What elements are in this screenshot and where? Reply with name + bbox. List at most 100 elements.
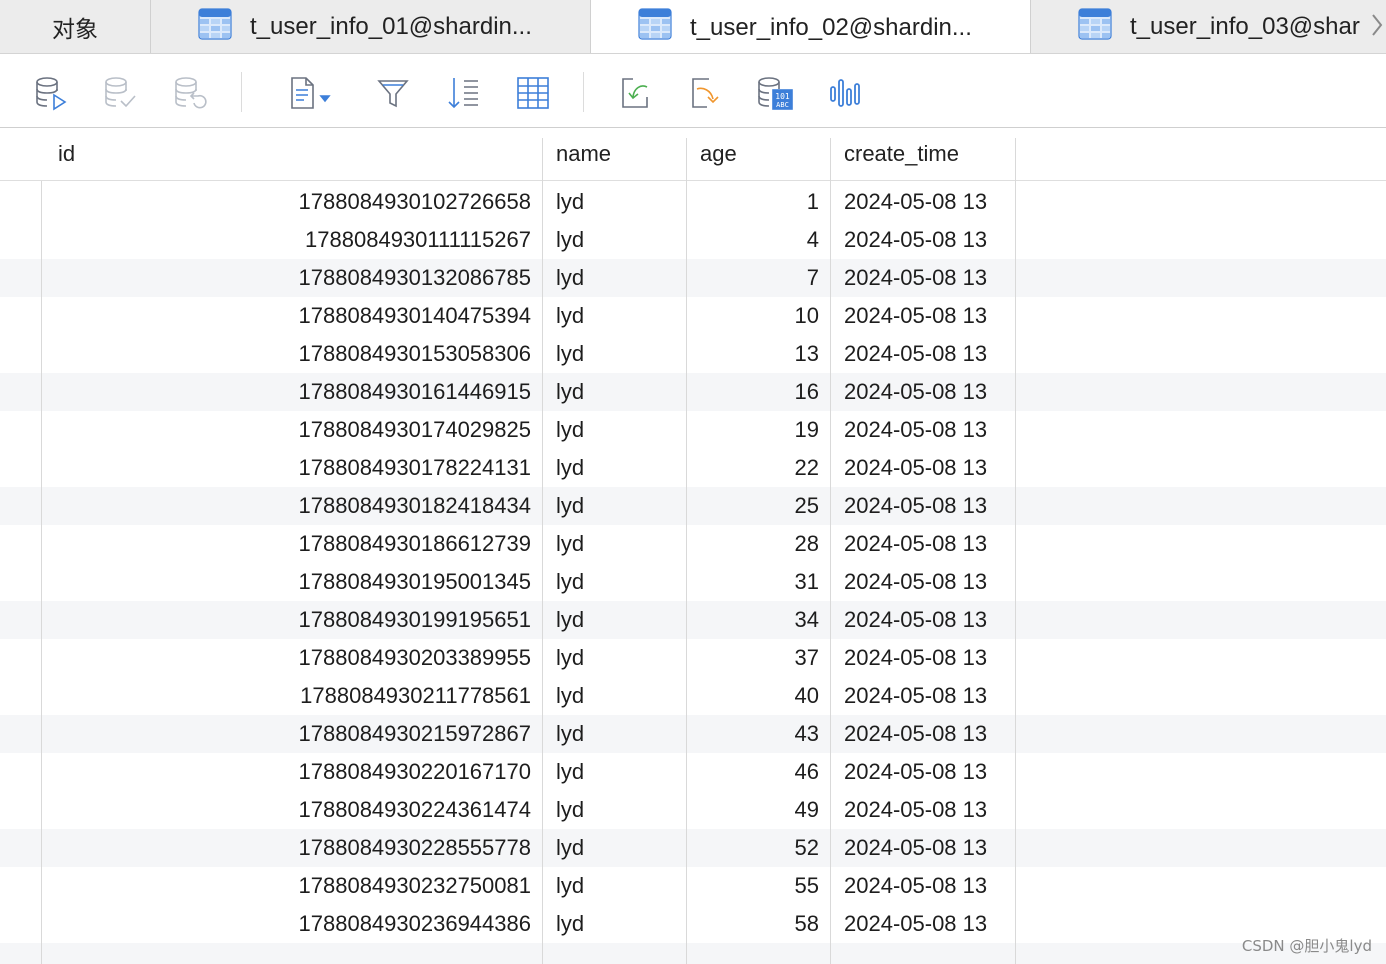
cell-name[interactable]: lyd — [543, 829, 687, 867]
text-view-icon[interactable] — [286, 74, 334, 112]
table-row[interactable]: 1788084930236944386 lyd 58 2024-05-08 13 — [0, 905, 1386, 943]
cell-create-time[interactable]: 2024-05-08 13 — [831, 715, 1003, 753]
cell-name[interactable]: lyd — [543, 867, 687, 905]
cell-create-time[interactable]: 2024-05-08 13 — [831, 183, 1003, 221]
table-row[interactable]: 1788084930153058306 lyd 13 2024-05-08 13 — [0, 335, 1386, 373]
cell-age[interactable]: 13 — [687, 335, 831, 373]
cell-create-time[interactable]: 2024-05-08 13 — [831, 563, 1003, 601]
cell-age[interactable]: 7 — [687, 259, 831, 297]
cell-name[interactable]: lyd — [543, 449, 687, 487]
column-divider[interactable] — [830, 138, 831, 964]
data-generator-icon[interactable]: 101 ABC — [756, 74, 794, 112]
table-row[interactable]: 1788084930232750081 lyd 55 2024-05-08 13 — [0, 867, 1386, 905]
cell-age[interactable]: 4 — [687, 221, 831, 259]
table-row[interactable]: 1788084930178224131 lyd 22 2024-05-08 13 — [0, 449, 1386, 487]
cell-id[interactable]: 1788084930211778561 — [43, 677, 543, 715]
cell-create-time[interactable]: 2024-05-08 13 — [831, 221, 1003, 259]
cell-id[interactable]: 1788084930236944386 — [43, 905, 543, 943]
cell-age[interactable]: 1 — [687, 183, 831, 221]
cell-id[interactable]: 1788084930102726658 — [43, 183, 543, 221]
column-divider[interactable] — [1015, 138, 1016, 964]
grid-view-icon[interactable] — [514, 74, 552, 112]
cell-create-time[interactable]: 2024-05-08 13 — [831, 829, 1003, 867]
cell-age[interactable]: 28 — [687, 525, 831, 563]
cell-create-time[interactable]: 2024-05-08 13 — [831, 867, 1003, 905]
tab-t-user-info-01[interactable]: t_user_info_01@shardin... — [151, 0, 591, 53]
cell-age[interactable]: 25 — [687, 487, 831, 525]
cell-id[interactable]: 1788084930111115267 — [43, 221, 543, 259]
cell-create-time[interactable]: 2024-05-08 13 — [831, 601, 1003, 639]
cell-name[interactable]: lyd — [543, 221, 687, 259]
cell-id[interactable]: 1788084930174029825 — [43, 411, 543, 449]
cell-age[interactable]: 40 — [687, 677, 831, 715]
database-run-icon[interactable] — [32, 74, 70, 112]
cell-create-time[interactable]: 2024-05-08 13 — [831, 905, 1003, 943]
cell-id[interactable]: 1788084930203389955 — [43, 639, 543, 677]
database-rollback-icon[interactable] — [171, 74, 209, 112]
cell-create-time[interactable]: 2024-05-08 13 — [831, 677, 1003, 715]
cell-id[interactable]: 1788084930178224131 — [43, 449, 543, 487]
table-row[interactable]: 1788084930102726658 lyd 1 2024-05-08 13 — [0, 183, 1386, 221]
cell-id[interactable]: 1788084930220167170 — [43, 753, 543, 791]
cell-name[interactable]: lyd — [543, 373, 687, 411]
cell-age[interactable]: 34 — [687, 601, 831, 639]
cell-id[interactable]: 1788084930161446915 — [43, 373, 543, 411]
cell-age[interactable]: 19 — [687, 411, 831, 449]
cell-age[interactable]: 52 — [687, 829, 831, 867]
cell-name[interactable]: lyd — [543, 715, 687, 753]
table-row[interactable]: 1788084930228555778 lyd 52 2024-05-08 13 — [0, 829, 1386, 867]
cell-id[interactable]: 1788084930186612739 — [43, 525, 543, 563]
cell-age[interactable]: 46 — [687, 753, 831, 791]
column-header-age[interactable]: age — [686, 128, 830, 180]
tab-t-user-info-02[interactable]: t_user_info_02@shardin... — [591, 0, 1031, 53]
column-divider[interactable] — [686, 138, 687, 964]
cell-name[interactable]: lyd — [543, 753, 687, 791]
cell-create-time[interactable]: 2024-05-08 13 — [831, 753, 1003, 791]
cell-name[interactable]: lyd — [543, 563, 687, 601]
cell-id[interactable]: 1788084930140475394 — [43, 297, 543, 335]
column-header-name[interactable]: name — [542, 128, 686, 180]
table-row[interactable]: 1788084930224361474 lyd 49 2024-05-08 13 — [0, 791, 1386, 829]
cell-name[interactable]: lyd — [543, 677, 687, 715]
database-commit-icon[interactable] — [101, 74, 139, 112]
table-row[interactable]: 1788084930182418434 lyd 25 2024-05-08 13 — [0, 487, 1386, 525]
cell-age[interactable]: 58 — [687, 905, 831, 943]
import-icon[interactable] — [616, 74, 654, 112]
cell-name[interactable]: lyd — [543, 905, 687, 943]
cell-age[interactable]: 22 — [687, 449, 831, 487]
cell-create-time[interactable]: 2024-05-08 13 — [831, 449, 1003, 487]
cell-age[interactable]: 31 — [687, 563, 831, 601]
cell-id[interactable]: 1788084930224361474 — [43, 791, 543, 829]
cell-age[interactable]: 49 — [687, 791, 831, 829]
cell-create-time[interactable]: 2024-05-08 13 — [831, 297, 1003, 335]
filter-icon[interactable] — [374, 74, 412, 112]
table-row[interactable]: 1788084930199195651 lyd 34 2024-05-08 13 — [0, 601, 1386, 639]
cell-id[interactable]: 1788084930199195651 — [43, 601, 543, 639]
table-row[interactable]: 1788084930161446915 lyd 16 2024-05-08 13 — [0, 373, 1386, 411]
chevron-right-icon[interactable] — [1370, 12, 1384, 45]
cell-create-time[interactable]: 2024-05-08 13 — [831, 791, 1003, 829]
cell-name[interactable]: lyd — [543, 639, 687, 677]
table-row[interactable]: 1788084930132086785 lyd 7 2024-05-08 13 — [0, 259, 1386, 297]
cell-name[interactable]: lyd — [543, 259, 687, 297]
table-row[interactable]: 1788084930203389955 lyd 37 2024-05-08 13 — [0, 639, 1386, 677]
table-row[interactable]: 1788084930174029825 lyd 19 2024-05-08 13 — [0, 411, 1386, 449]
cell-create-time[interactable]: 2024-05-08 13 — [831, 259, 1003, 297]
table-row[interactable]: 1788084930195001345 lyd 31 2024-05-08 13 — [0, 563, 1386, 601]
table-row[interactable]: 1788084930140475394 lyd 10 2024-05-08 13 — [0, 297, 1386, 335]
tab-t-user-info-03[interactable]: t_user_info_03@shar — [1031, 0, 1386, 53]
column-header-id[interactable]: id — [44, 128, 543, 180]
cell-age[interactable]: 43 — [687, 715, 831, 753]
table-row[interactable]: 1788084930186612739 lyd 28 2024-05-08 13 — [0, 525, 1386, 563]
cell-id[interactable]: 1788084930232750081 — [43, 867, 543, 905]
cell-id[interactable]: 1788084930182418434 — [43, 487, 543, 525]
cell-age[interactable]: 10 — [687, 297, 831, 335]
cell-create-time[interactable]: 2024-05-08 13 — [831, 639, 1003, 677]
cell-name[interactable]: lyd — [543, 601, 687, 639]
tab-objects[interactable]: 对象 — [0, 0, 151, 53]
cell-create-time[interactable]: 2024-05-08 13 — [831, 373, 1003, 411]
cell-id[interactable]: 1788084930228555778 — [43, 829, 543, 867]
cell-name[interactable]: lyd — [543, 411, 687, 449]
cell-age[interactable]: 55 — [687, 867, 831, 905]
table-row[interactable]: 1788084930111115267 lyd 4 2024-05-08 13 — [0, 221, 1386, 259]
